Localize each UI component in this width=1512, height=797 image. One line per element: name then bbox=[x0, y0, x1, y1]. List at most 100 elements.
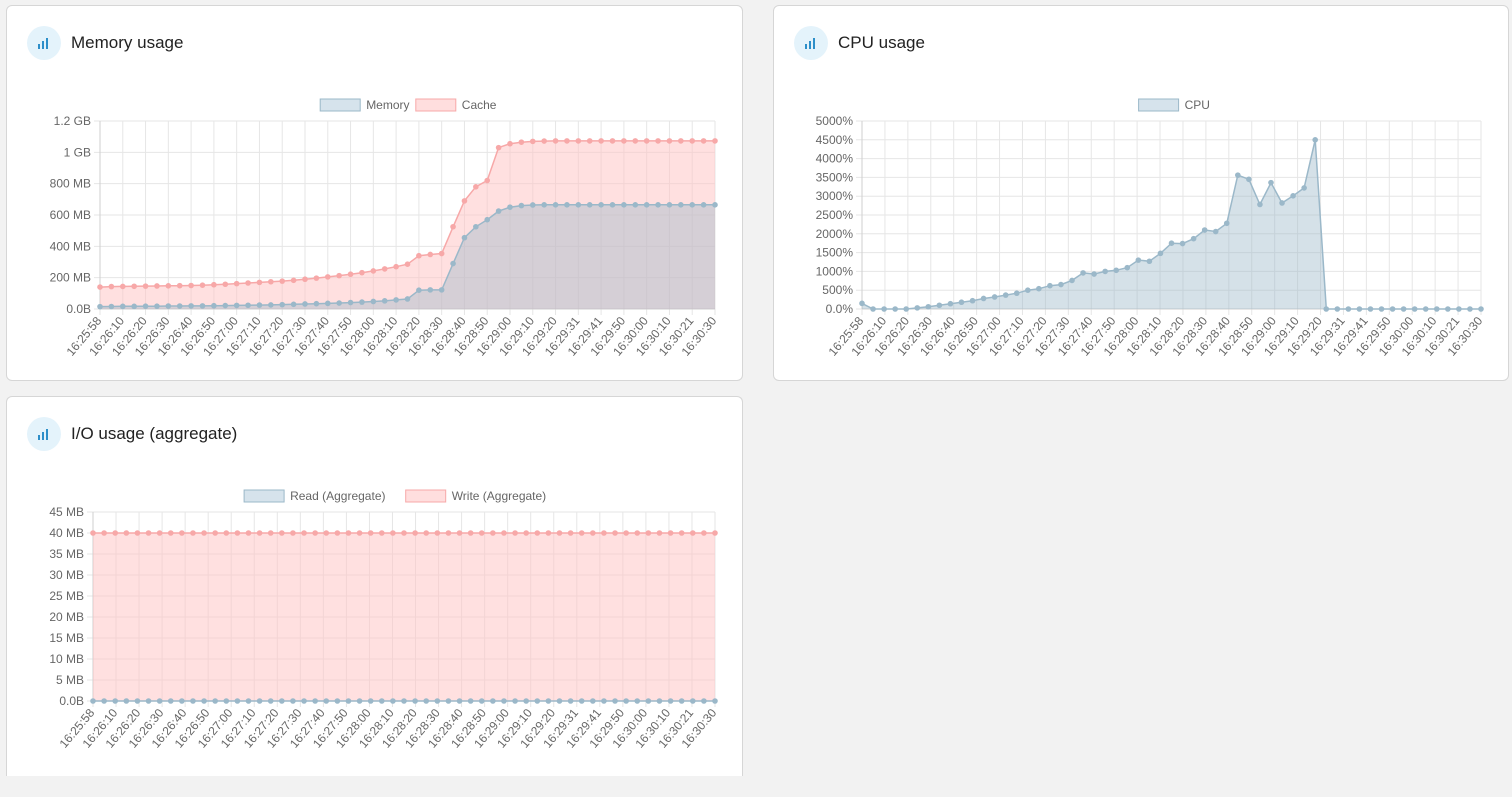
data-point bbox=[112, 530, 119, 536]
data-point bbox=[301, 698, 307, 704]
data-point bbox=[678, 698, 685, 704]
data-point bbox=[484, 216, 491, 223]
data-point bbox=[461, 198, 468, 204]
data-point bbox=[190, 698, 196, 704]
data-point bbox=[393, 297, 399, 303]
data-point bbox=[590, 698, 596, 704]
data-point bbox=[701, 698, 707, 704]
data-point bbox=[101, 530, 107, 536]
data-point bbox=[222, 281, 229, 288]
data-point bbox=[156, 530, 163, 536]
data-point bbox=[347, 299, 354, 306]
data-point bbox=[507, 204, 513, 210]
data-point bbox=[578, 698, 585, 704]
y-tick-label: 2500% bbox=[816, 208, 854, 222]
data-point bbox=[667, 698, 674, 704]
y-tick-label: 600 MB bbox=[50, 208, 91, 222]
data-point bbox=[523, 698, 529, 704]
data-point bbox=[564, 202, 570, 208]
data-point bbox=[188, 303, 194, 309]
data-point bbox=[1257, 201, 1263, 208]
data-point bbox=[416, 252, 422, 259]
data-point bbox=[445, 530, 452, 536]
data-point bbox=[507, 140, 513, 147]
data-point bbox=[575, 202, 582, 208]
data-point bbox=[423, 698, 430, 704]
legend-label: Read (Aggregate) bbox=[290, 489, 385, 503]
data-point bbox=[534, 530, 541, 536]
data-point bbox=[381, 298, 388, 304]
data-point bbox=[131, 283, 137, 290]
data-point bbox=[313, 300, 320, 307]
data-point bbox=[1013, 290, 1020, 297]
data-point bbox=[1467, 306, 1473, 312]
data-point bbox=[556, 530, 563, 536]
data-point bbox=[154, 303, 160, 309]
data-point bbox=[552, 138, 559, 144]
data-point bbox=[567, 698, 574, 704]
y-tick-label: 5000% bbox=[816, 114, 854, 128]
data-point bbox=[222, 302, 229, 309]
data-point bbox=[234, 530, 241, 536]
series-area-write-aggregate- bbox=[93, 533, 715, 701]
data-point bbox=[290, 301, 297, 308]
data-point bbox=[991, 294, 998, 300]
data-point bbox=[223, 698, 230, 704]
data-point bbox=[586, 202, 593, 208]
data-point bbox=[1168, 240, 1175, 246]
data-point bbox=[334, 698, 341, 704]
data-point bbox=[1334, 306, 1341, 312]
y-tick-label: 25 MB bbox=[49, 589, 84, 603]
data-point bbox=[233, 302, 240, 309]
data-point bbox=[512, 698, 518, 704]
legend: Read (Aggregate) Write (Aggregate) bbox=[243, 489, 546, 503]
cpu-chart: 0.0% 500% 1000% 1500% 2000% 2500% 3000% 3500% 40… bbox=[816, 98, 1486, 359]
data-point bbox=[1456, 306, 1462, 312]
data-point bbox=[401, 530, 407, 536]
data-point bbox=[609, 202, 616, 208]
data-point bbox=[958, 299, 965, 306]
legend-swatch bbox=[405, 489, 447, 503]
y-tick-label: 800 MB bbox=[50, 177, 91, 191]
data-point bbox=[401, 698, 407, 704]
data-point bbox=[643, 202, 650, 208]
series-area-cpu bbox=[862, 139, 1481, 309]
data-point bbox=[655, 138, 661, 144]
data-point bbox=[1212, 228, 1219, 235]
data-point bbox=[1058, 281, 1064, 288]
data-point bbox=[529, 138, 536, 145]
data-point bbox=[256, 302, 263, 308]
legend-item: CPU bbox=[1138, 98, 1210, 112]
data-point bbox=[473, 184, 479, 190]
data-point bbox=[586, 138, 593, 144]
data-point bbox=[199, 282, 206, 288]
data-point bbox=[301, 530, 307, 536]
data-point bbox=[190, 530, 196, 536]
data-point bbox=[201, 698, 207, 704]
data-point bbox=[211, 281, 217, 288]
y-tick-label: 10 MB bbox=[49, 652, 84, 666]
data-point bbox=[390, 530, 396, 536]
legend-item: Write (Aggregate) bbox=[405, 489, 546, 503]
data-point bbox=[456, 530, 463, 536]
legend-swatch bbox=[1138, 98, 1180, 112]
data-point bbox=[461, 234, 468, 241]
y-tick-label: 20 MB bbox=[49, 610, 84, 624]
data-point bbox=[1223, 220, 1230, 227]
data-point bbox=[598, 202, 604, 208]
data-point bbox=[1279, 200, 1285, 206]
data-point bbox=[609, 138, 616, 144]
data-point bbox=[142, 303, 149, 309]
data-point bbox=[245, 698, 252, 704]
data-point bbox=[201, 530, 207, 536]
data-point bbox=[892, 306, 898, 312]
data-point bbox=[936, 302, 943, 309]
data-point bbox=[1080, 270, 1086, 276]
data-point bbox=[112, 698, 119, 704]
data-point bbox=[279, 698, 285, 704]
data-point bbox=[1201, 227, 1208, 233]
legend-swatch bbox=[243, 489, 285, 503]
y-tick-label: 0.0B bbox=[66, 302, 91, 316]
data-point bbox=[666, 138, 673, 144]
data-point bbox=[1002, 292, 1009, 298]
